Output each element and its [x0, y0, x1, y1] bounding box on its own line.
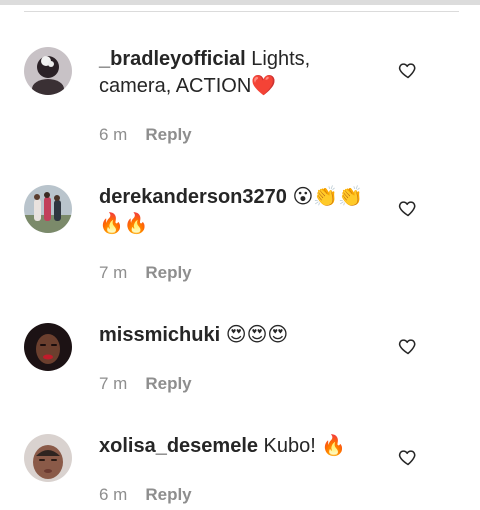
avatar[interactable] — [24, 434, 72, 482]
divider — [24, 11, 459, 12]
heart-outline-icon[interactable] — [398, 447, 418, 467]
reply-button[interactable]: Reply — [145, 263, 191, 283]
reply-button[interactable]: Reply — [145, 374, 191, 394]
avatar[interactable] — [24, 323, 72, 371]
comment-meta: 6 m Reply — [99, 485, 192, 505]
comment-meta: 7 m Reply — [99, 374, 192, 394]
heart-outline-icon[interactable] — [398, 198, 418, 218]
reply-button[interactable]: Reply — [145, 125, 191, 145]
timestamp: 6 m — [99, 125, 128, 144]
timestamp: 6 m — [99, 485, 128, 504]
comment-body: Kubo! 🔥 — [258, 435, 347, 457]
heart-outline-icon[interactable] — [398, 60, 418, 80]
scroll-shadow — [0, 0, 480, 5]
username-link[interactable]: _bradleyofficial — [99, 48, 246, 70]
reply-button[interactable]: Reply — [145, 485, 191, 505]
username-link[interactable]: xolisa_desemele — [99, 435, 258, 457]
username-link[interactable]: derekanderson3270 — [99, 186, 287, 208]
avatar[interactable] — [24, 47, 72, 95]
comment-text: derekanderson3270 😮👏👏🔥🔥 — [99, 184, 384, 238]
comment-meta: 6 m Reply — [99, 125, 192, 145]
avatar[interactable] — [24, 185, 72, 233]
comment-body: 😍😍😍 — [220, 324, 289, 346]
timestamp: 7 m — [99, 374, 128, 393]
heart-outline-icon[interactable] — [398, 336, 418, 356]
comment-text: _bradleyofficial Lights, camera, ACTION❤… — [99, 46, 384, 100]
comment-text: xolisa_desemele Kubo! 🔥 — [99, 433, 384, 460]
username-link[interactable]: missmichuki — [99, 324, 220, 346]
timestamp: 7 m — [99, 263, 128, 282]
comment-text: missmichuki 😍😍😍 — [99, 322, 384, 349]
comment-meta: 7 m Reply — [99, 263, 192, 283]
